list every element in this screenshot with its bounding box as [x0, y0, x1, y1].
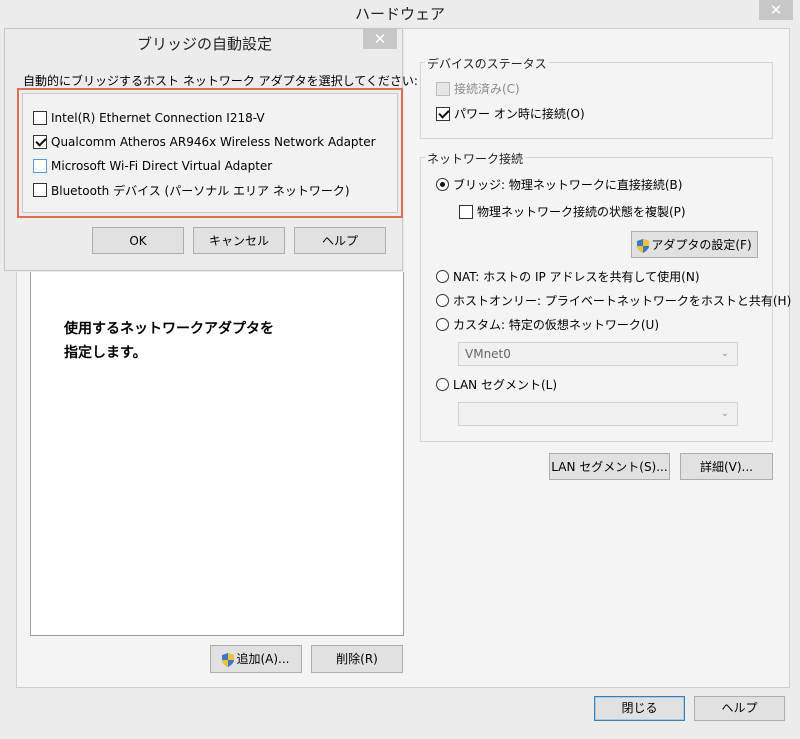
adapter-item[interactable]: Microsoft Wi-Fi Direct Virtual Adapter: [23, 154, 397, 178]
adapter-check: [33, 159, 47, 173]
configure-adapters-button[interactable]: アダプタの設定(F): [631, 231, 758, 258]
nat-radio[interactable]: NAT: ホストの IP アドレスを共有して使用(N): [436, 268, 700, 285]
custom-label: カスタム: 特定の仮想ネットワーク(U): [453, 318, 660, 332]
configure-adapters-label: アダプタの設定(F): [651, 238, 752, 252]
custom-network-value: VMnet0: [465, 347, 511, 361]
power-on-check: [436, 106, 450, 121]
ok-button[interactable]: OK: [92, 227, 184, 254]
host-only-label: ホストオンリー: プライベートネットワークをホストと共有(H): [453, 294, 792, 308]
custom-radio[interactable]: カスタム: 特定の仮想ネットワーク(U): [436, 316, 659, 333]
settings-description-area: 使用するネットワークアダプタを 指定します。: [30, 270, 404, 636]
host-only-radio-dot: [436, 294, 449, 307]
network-connection-title: ネットワーク接続: [425, 150, 526, 167]
help-button[interactable]: ヘルプ: [694, 696, 785, 721]
device-status-group: [420, 62, 773, 139]
lan-segment-radio[interactable]: LAN セグメント(L): [436, 376, 557, 393]
chevron-down-icon: ⌄: [720, 408, 729, 419]
add-button-label: 追加(A)...: [236, 652, 290, 666]
lan-segment-select[interactable]: ⌄: [458, 402, 738, 426]
close-icon: ✕: [373, 30, 387, 48]
device-status-title: デバイスのステータス: [425, 55, 549, 72]
chevron-down-icon: ⌄: [720, 348, 729, 359]
window-title: ハードウェア: [354, 5, 445, 23]
remove-button[interactable]: 削除(R): [311, 645, 403, 673]
close-icon: ✕: [769, 1, 783, 19]
replicate-state-checkbox[interactable]: 物理ネットワーク接続の状態を複製(P): [459, 203, 686, 220]
lan-segment-radio-dot: [436, 378, 449, 391]
adapter-item[interactable]: Qualcomm Atheros AR946x Wireless Network…: [23, 130, 397, 154]
replicate-label: 物理ネットワーク接続の状態を複製(P): [477, 205, 686, 219]
adapter-label: Microsoft Wi-Fi Direct Virtual Adapter: [51, 159, 273, 173]
adapter-check: [33, 135, 47, 149]
bridged-radio-dot: [436, 178, 449, 191]
dialog-instruction: 自動的にブリッジするホスト ネットワーク アダプタを選択してください:: [23, 74, 418, 88]
lan-segments-button[interactable]: LAN セグメント(S)...: [549, 453, 670, 480]
adapter-check: [33, 111, 47, 125]
nat-radio-dot: [436, 270, 449, 283]
dialog-title: ブリッジの自動設定: [136, 35, 272, 53]
connected-label: 接続済み(C): [454, 82, 520, 96]
adapter-item[interactable]: Intel(R) Ethernet Connection I218-V: [23, 106, 397, 130]
adapter-label: Intel(R) Ethernet Connection I218-V: [51, 111, 265, 125]
power-on-label: パワー オン時に接続(O): [454, 107, 585, 121]
adapter-label: Qualcomm Atheros AR946x Wireless Network…: [51, 135, 376, 149]
host-only-radio[interactable]: ホストオンリー: プライベートネットワークをホストと共有(H): [436, 292, 791, 309]
settings-description: 使用するネットワークアダプタを 指定します。: [64, 317, 274, 365]
dialog-help-button[interactable]: ヘルプ: [294, 227, 386, 254]
close-button[interactable]: 閉じる: [594, 696, 685, 721]
replicate-check: [459, 204, 473, 219]
adapter-check: [33, 183, 47, 197]
description-line-1: 使用するネットワークアダプタを: [64, 321, 274, 337]
bridged-label: ブリッジ: 物理ネットワークに直接接続(B): [453, 178, 683, 192]
adapter-list: Intel(R) Ethernet Connection I218-V Qual…: [17, 88, 403, 218]
adapter-label: Bluetooth デバイス (パーソナル エリア ネットワーク): [51, 183, 350, 198]
cancel-button[interactable]: キャンセル: [193, 227, 285, 254]
lan-segment-label: LAN セグメント(L): [453, 378, 558, 392]
connected-checkbox[interactable]: 接続済み(C): [436, 80, 520, 97]
shield-icon: [637, 238, 650, 253]
bridged-radio[interactable]: ブリッジ: 物理ネットワークに直接接続(B): [436, 176, 682, 193]
shield-icon: [222, 652, 235, 667]
connected-check: [436, 81, 450, 96]
advanced-button[interactable]: 詳細(V)...: [680, 453, 773, 480]
connect-at-power-on-checkbox[interactable]: パワー オン時に接続(O): [436, 105, 585, 122]
custom-radio-dot: [436, 318, 449, 331]
nat-label: NAT: ホストの IP アドレスを共有して使用(N): [453, 270, 700, 284]
add-button[interactable]: 追加(A)...: [210, 645, 302, 673]
window-close-button[interactable]: ✕: [759, 0, 793, 20]
custom-network-select[interactable]: VMnet0 ⌄: [458, 342, 738, 366]
description-line-2: 指定します。: [64, 345, 147, 361]
bridge-auto-config-dialog: ブリッジの自動設定 ✕ 自動的にブリッジするホスト ネットワーク アダプタを選択…: [4, 28, 418, 271]
adapter-item[interactable]: Bluetooth デバイス (パーソナル エリア ネットワーク): [23, 178, 397, 202]
dialog-close-button[interactable]: ✕: [363, 29, 397, 49]
